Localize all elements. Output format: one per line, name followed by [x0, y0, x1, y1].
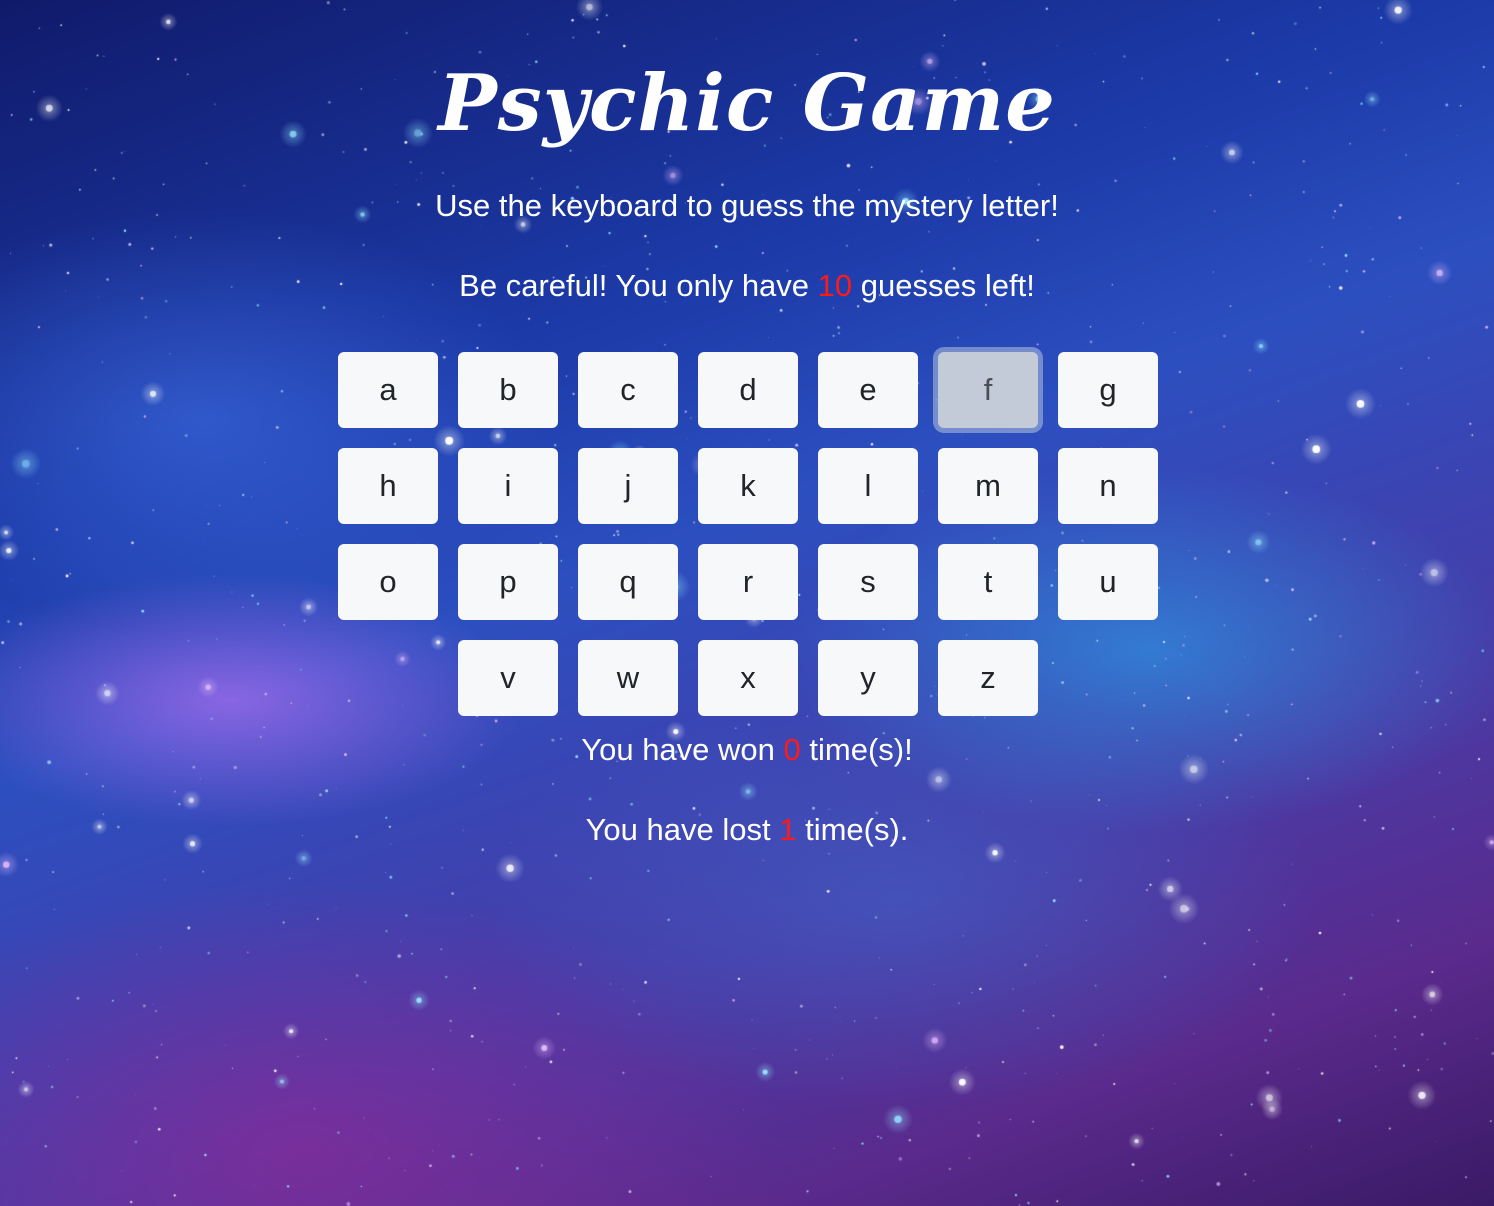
key-k[interactable]: k	[698, 448, 798, 524]
key-i[interactable]: i	[458, 448, 558, 524]
wins-suffix: time(s)!	[809, 732, 913, 767]
guesses-suffix: guesses left!	[860, 268, 1035, 303]
key-z[interactable]: z	[938, 640, 1038, 716]
key-y[interactable]: y	[818, 640, 918, 716]
wins-prefix: You have won	[581, 732, 775, 767]
key-e[interactable]: e	[818, 352, 918, 428]
key-s[interactable]: s	[818, 544, 918, 620]
key-h[interactable]: h	[338, 448, 438, 524]
key-w[interactable]: w	[578, 640, 678, 716]
key-n[interactable]: n	[1058, 448, 1158, 524]
guesses-left-count: 10	[817, 268, 853, 303]
key-c[interactable]: c	[578, 352, 678, 428]
key-g[interactable]: g	[1058, 352, 1158, 428]
key-m[interactable]: m	[938, 448, 1038, 524]
losses-suffix: time(s).	[805, 812, 909, 847]
losses-text: You have lost 1 time(s).	[0, 812, 1494, 848]
key-l[interactable]: l	[818, 448, 918, 524]
key-u[interactable]: u	[1058, 544, 1158, 620]
key-o[interactable]: o	[338, 544, 438, 620]
key-t[interactable]: t	[938, 544, 1038, 620]
key-j[interactable]: j	[578, 448, 678, 524]
instruction-text: Use the keyboard to guess the mystery le…	[435, 188, 1059, 223]
key-r[interactable]: r	[698, 544, 798, 620]
letter-keyboard: abcdefg hijklmn opqrstu vwxyz	[338, 352, 1158, 716]
guesses-prefix: Be careful! You only have	[459, 268, 810, 303]
key-d[interactable]: d	[698, 352, 798, 428]
key-b[interactable]: b	[458, 352, 558, 428]
key-a[interactable]: a	[338, 352, 438, 428]
key-p[interactable]: p	[458, 544, 558, 620]
wins-text: You have won 0 time(s)!	[0, 732, 1494, 768]
page-title: Psychic Game	[438, 58, 1056, 149]
key-q[interactable]: q	[578, 544, 678, 620]
wins-count: 0	[783, 732, 801, 767]
key-x[interactable]: x	[698, 640, 798, 716]
key-f[interactable]: f	[938, 352, 1038, 428]
losses-count: 1	[779, 812, 797, 847]
guesses-left-text: Be careful! You only have 10 guesses lef…	[0, 268, 1494, 304]
losses-prefix: You have lost	[585, 812, 771, 847]
key-v[interactable]: v	[458, 640, 558, 716]
